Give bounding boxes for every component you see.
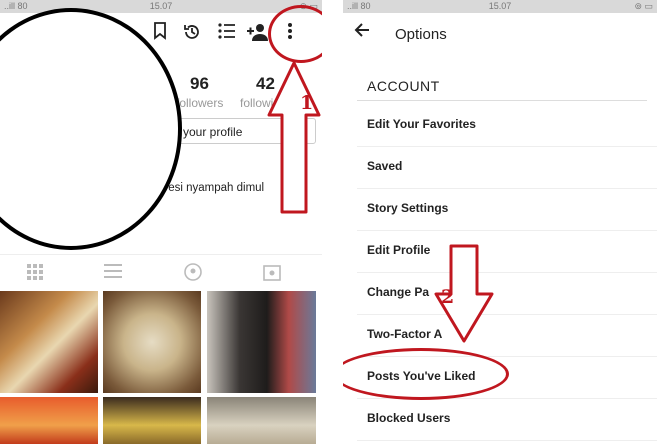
clock: 15.07	[149, 1, 173, 11]
signal-indicator: ..ill 80	[347, 1, 371, 11]
menu-item-saved[interactable]: Saved	[357, 146, 657, 189]
menu-item-story-settings[interactable]: Story Settings	[357, 188, 657, 231]
page-title: Options	[395, 26, 447, 43]
profile-bio: presi nyampah dimul	[158, 182, 265, 194]
list-icon[interactable]	[215, 22, 239, 46]
annotation-ring-1	[268, 5, 322, 63]
section-header-account: ACCOUNT	[357, 74, 647, 101]
photo-thumbnail[interactable]	[103, 397, 201, 444]
status-bar: ..ill 80 15.07 ⊚ ▭	[343, 0, 657, 13]
photo-thumbnail[interactable]	[207, 291, 316, 393]
menu-item-edit-profile[interactable]: Edit Profile	[357, 230, 657, 273]
profile-tabs	[0, 254, 322, 289]
back-arrow-icon[interactable]	[353, 21, 371, 45]
section-label: ACCOUNT	[367, 78, 440, 94]
history-icon[interactable]	[180, 22, 204, 46]
grid-icon[interactable]	[25, 263, 45, 281]
menu-item-label: Edit Your Favorites	[367, 117, 476, 131]
photo-thumbnail[interactable]	[207, 397, 316, 444]
battery-indicator: ⊚ ▭	[634, 1, 653, 11]
photo-thumbnail[interactable]	[103, 291, 201, 393]
menu-item-label: Edit Profile	[367, 243, 431, 257]
menu-item-change-password[interactable]: Change Pa	[357, 272, 657, 315]
menu-item-label: Change Pa	[367, 285, 430, 299]
menu-item-blocked-users[interactable]: Blocked Users	[357, 398, 657, 441]
annotation-arrow-up	[267, 61, 321, 214]
menu-item-label: Story Settings	[367, 201, 449, 215]
signal-indicator: ..ill 80	[4, 1, 28, 11]
list-view-icon[interactable]	[103, 263, 123, 281]
followers-label: followers	[176, 96, 224, 110]
photo-thumbnail[interactable]	[0, 397, 98, 444]
add-user-icon[interactable]	[246, 22, 270, 46]
clock: 15.07	[488, 1, 512, 11]
tagged-icon[interactable]	[183, 263, 203, 281]
followers-count[interactable]: 96	[190, 74, 209, 94]
menu-item-edit-favorites[interactable]: Edit Your Favorites	[357, 104, 657, 147]
right-screen: ..ill 80 15.07 ⊚ ▭ Options ACCOUNT Edit …	[343, 0, 657, 444]
left-screen: ..ill 80 15.07 ⊚ ▭ 96 followers 42 follo…	[0, 0, 322, 444]
annotation-number-2: 2	[441, 286, 455, 308]
menu-item-label: Two-Factor A	[367, 327, 443, 341]
saved-tab-icon[interactable]	[262, 263, 282, 281]
menu-item-label: Blocked Users	[367, 411, 451, 425]
bookmark-icon[interactable]	[148, 22, 172, 46]
menu-item-label: Saved	[367, 159, 403, 173]
annotation-number-1: 1	[300, 92, 314, 114]
photo-thumbnail[interactable]	[0, 291, 98, 393]
options-appbar: Options	[343, 13, 657, 57]
